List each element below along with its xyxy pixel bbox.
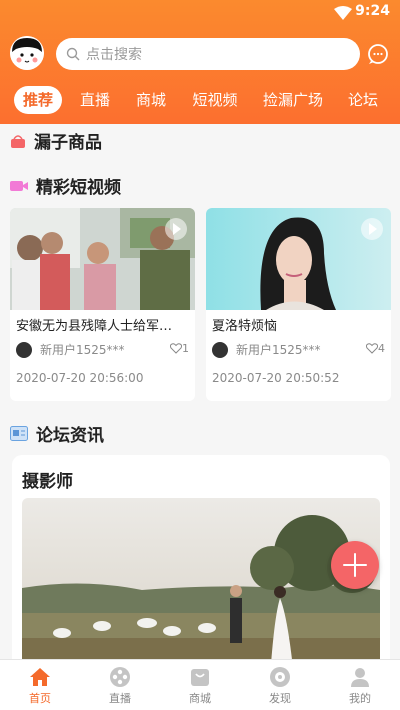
video-card[interactable]: 夏洛特烦恼 新用户1525*** 4 2020-07-20 20:50:52 [206,208,391,401]
section-short-video: 精彩短视频 [10,173,121,198]
wifi-icon [334,6,352,20]
user-avatar [212,341,228,358]
user-icon [351,668,369,687]
tab-mall[interactable]: 商城 [132,86,170,114]
nav-home[interactable]: 首页 [0,660,80,710]
shopping-basket-icon [11,134,25,148]
video-title: 夏洛特烦恼 [212,319,278,334]
video-meta: 新用户1525*** 4 [206,334,391,358]
bottom-nav: 首页 直播 商城 发现 我的 [0,659,400,710]
forum-post-image [22,498,380,678]
nav-mall[interactable]: 商城 [160,660,240,710]
video-time: 2020-07-20 20:56:00 [16,371,144,385]
nav-live-label: 直播 [109,692,131,705]
heart-icon [170,343,182,354]
video-card[interactable]: 安徽无为县残障人士给军… 新用户1525*** 1 2020-07-20 20:… [10,208,195,401]
avatar[interactable] [10,36,44,70]
video-camera-icon [10,180,28,191]
tab-live[interactable]: 直播 [76,86,114,114]
film-reel-icon [110,667,130,687]
section-forum: 论坛资讯 [10,421,104,446]
nav-profile-label: 我的 [349,692,371,705]
nav-home-label: 首页 [29,692,51,705]
section-forum-title: 论坛资讯 [36,426,104,446]
category-tabs: 推荐 直播 商城 短视频 捡漏广场 论坛 [0,86,400,118]
like-count: 1 [182,342,189,355]
tab-short-video[interactable]: 短视频 [190,86,240,114]
search-placeholder: 点击搜索 [86,47,142,63]
add-post-button[interactable] [331,541,379,589]
video-title: 安徽无为县残障人士给军… [16,319,173,334]
header-bar: 9:24 点击搜索 推荐 直播 商城 短视频 捡漏广场 论坛 [0,0,400,124]
play-icon[interactable] [361,218,383,240]
video-username: 新用户1525*** [236,343,321,357]
status-time: 9:24 [355,3,390,19]
news-icon [10,426,28,441]
tab-bargain-square[interactable]: 捡漏广场 [260,86,326,114]
video-meta: 新用户1525*** 1 [10,334,195,358]
section-short-video-title: 精彩短视频 [36,178,121,198]
forum-post-title: 摄影师 [22,472,73,492]
nav-discover[interactable]: 发现 [240,660,320,710]
user-avatar [16,341,32,358]
search-icon [66,47,80,61]
like-count: 4 [378,342,385,355]
tab-recommend[interactable]: 推荐 [14,86,62,114]
nav-profile[interactable]: 我的 [320,660,400,710]
video-time: 2020-07-20 20:50:52 [212,371,340,385]
video-thumbnail [206,208,391,310]
play-icon[interactable] [165,218,187,240]
status-bar: 9:24 [0,0,400,26]
home-icon [30,668,50,686]
search-input[interactable]: 点击搜索 [56,38,360,70]
video-thumbnail [10,208,195,310]
like-button[interactable]: 1 [170,342,189,355]
section-leak-goods-title: 漏子商品 [34,133,102,153]
shopping-bag-icon [191,669,209,686]
video-username: 新用户1525*** [40,343,125,357]
nav-discover-label: 发现 [269,692,291,705]
avatar-face-icon [10,36,44,70]
heart-icon [366,343,378,354]
nav-mall-label: 商城 [189,692,211,705]
message-icon[interactable] [366,42,390,66]
tab-forum[interactable]: 论坛 [344,86,382,114]
like-button[interactable]: 4 [366,342,385,355]
compass-icon [270,667,290,687]
section-leak-goods: 漏子商品 [10,128,102,153]
nav-live[interactable]: 直播 [80,660,160,710]
